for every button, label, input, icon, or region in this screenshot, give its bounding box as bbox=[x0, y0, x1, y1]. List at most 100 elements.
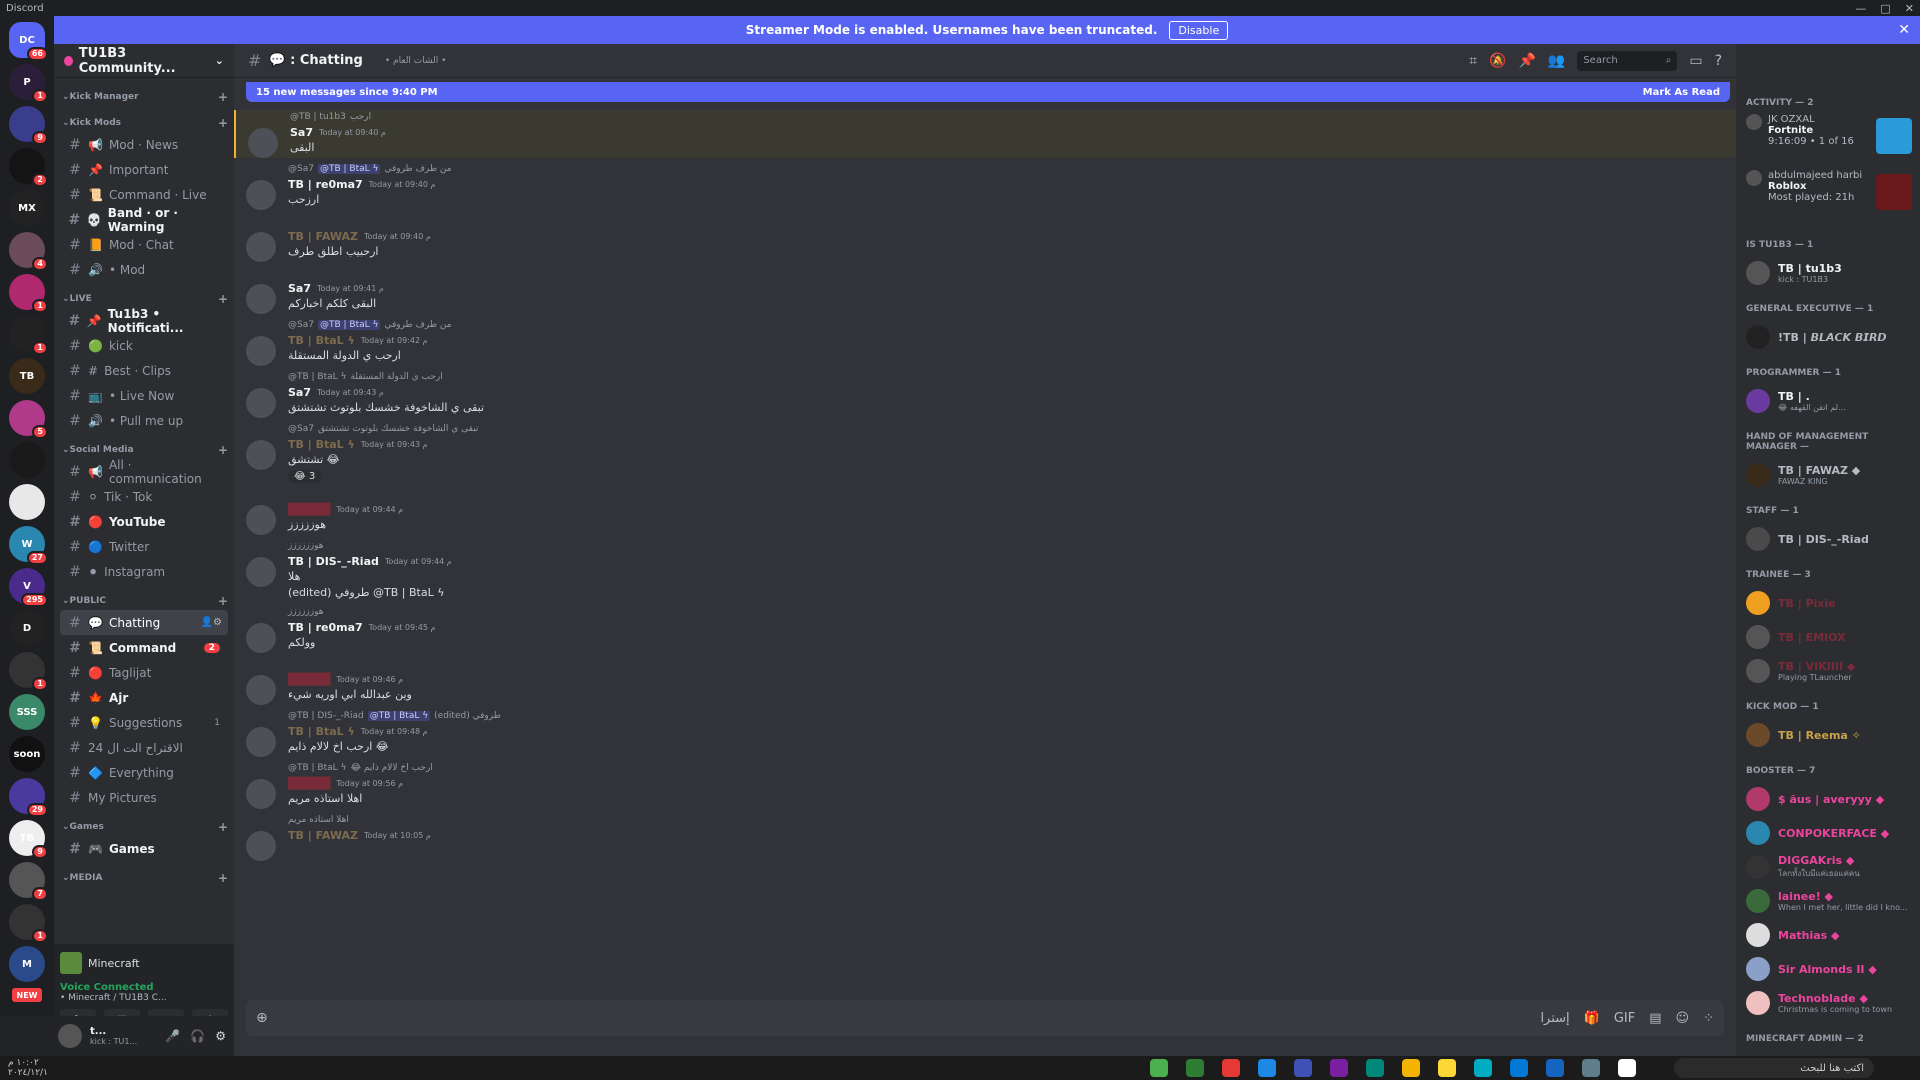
reply-preview[interactable]: @TB | BtaL ϟ 😂 ارحب اخ لالام ذايم bbox=[288, 761, 1720, 775]
member-item[interactable]: lainee! ◆ When I met her, little did I kn… bbox=[1746, 884, 1912, 918]
channel-item[interactable]: # 📜 Command 2 bbox=[60, 635, 228, 660]
channel-item[interactable]: #24 الاقتراح الت ال bbox=[60, 735, 228, 760]
reply-preview[interactable] bbox=[288, 214, 1720, 228]
category-header[interactable]: ⌄ Social Media + bbox=[60, 441, 228, 459]
message-author[interactable]: TB | re0ma7 bbox=[288, 621, 363, 634]
server-icon[interactable]: 7 bbox=[9, 862, 48, 901]
inbox-icon[interactable]: ▭ bbox=[1689, 53, 1702, 69]
member-item[interactable]: TB | . 😂 لم اتقن القهفه... bbox=[1746, 384, 1912, 418]
add-channel-icon[interactable]: + bbox=[218, 443, 228, 457]
pin-icon[interactable]: 📌 bbox=[1518, 53, 1535, 69]
message[interactable]: @Sa7 تبقى ي الشاخوفة خشسك بلوتوث تشتشتق TB… bbox=[234, 422, 1736, 483]
taskbar-app-icon[interactable] bbox=[1402, 1059, 1420, 1077]
taskbar-search[interactable]: اكتب هنا للبحث bbox=[1674, 1058, 1874, 1078]
add-channel-icon[interactable]: + bbox=[218, 90, 228, 104]
member-item[interactable]: TB | tu1b3 kick : TU1B3 bbox=[1746, 256, 1912, 290]
message[interactable]: اهلا استاذه مريم TB | FAWAZ Today at 10:05… bbox=[234, 813, 1736, 861]
message-author[interactable]: █████ bbox=[288, 777, 330, 790]
avatar[interactable] bbox=[246, 336, 276, 366]
add-channel-icon[interactable]: + bbox=[218, 116, 228, 130]
avatar[interactable] bbox=[246, 779, 276, 809]
reply-preview[interactable]: @TB | tu1b3 ارحب bbox=[290, 110, 1720, 124]
minimize-icon[interactable]: — bbox=[1855, 2, 1866, 15]
composer-tool-button[interactable]: إسترا bbox=[1540, 1011, 1569, 1026]
channel-item[interactable]: # 🍁 Ajr bbox=[60, 685, 228, 710]
close-icon[interactable]: ✕ bbox=[1898, 22, 1910, 38]
channel-item[interactable]: # 🔊 • Mod bbox=[60, 257, 228, 282]
taskbar-app-icon[interactable] bbox=[1582, 1059, 1600, 1077]
reply-preview[interactable]: @Sa7 تبقى ي الشاخوفة خشسك بلوتوث تشتشتق bbox=[288, 422, 1720, 436]
members-icon[interactable]: 👥 bbox=[1548, 53, 1565, 69]
channel-item[interactable]: # 🔴 YouTube bbox=[60, 509, 228, 534]
server-icon[interactable]: DC 66 bbox=[9, 22, 48, 61]
member-item[interactable]: Technoblade ◆ Christmas is coming to town bbox=[1746, 986, 1912, 1020]
member-item[interactable]: TB | FAWAZ ◆ FAWAZ KING bbox=[1746, 458, 1912, 492]
message-author[interactable]: TB | FAWAZ bbox=[288, 230, 358, 243]
taskbar-app-icon[interactable] bbox=[1474, 1059, 1492, 1077]
activity-card[interactable]: abdulmajeed harbi Roblox Most played: 21h bbox=[1746, 170, 1912, 226]
channel-item[interactable]: # 💡 Suggestions 1 bbox=[60, 710, 228, 735]
maximize-icon[interactable]: □ bbox=[1880, 2, 1890, 15]
activity-card[interactable]: JK OZXAL Fortnite 9:16:09 • 1 of 16 bbox=[1746, 114, 1912, 170]
avatar[interactable] bbox=[246, 180, 276, 210]
voice-location[interactable]: • Minecraft / TU1B3 C... bbox=[60, 993, 228, 1003]
disable-streamer-mode-button[interactable]: Disable bbox=[1169, 20, 1229, 40]
reply-preview[interactable]: هوزززززز bbox=[288, 539, 1720, 553]
message[interactable]: @TB | BtaL ϟ ارحب ي الدولة المستقلة Sa7 Tod… bbox=[234, 370, 1736, 418]
reply-preview[interactable]: @TB | BtaL ϟ ارحب ي الدولة المستقلة bbox=[288, 370, 1720, 384]
channel-item[interactable]: # ⚪ Tik · Tok bbox=[60, 484, 228, 509]
avatar[interactable] bbox=[246, 831, 276, 861]
server-icon[interactable]: 1 bbox=[9, 652, 48, 691]
channel-item[interactable]: # 🔷 Everything bbox=[60, 760, 228, 785]
composer-tool-button[interactable]: ☺ bbox=[1676, 1011, 1690, 1026]
reply-preview[interactable]: اهلا استاذه مريم bbox=[288, 813, 1720, 827]
message-author[interactable]: Sa7 bbox=[288, 282, 311, 295]
server-icon[interactable]: MX bbox=[9, 190, 45, 226]
reply-preview[interactable]: @Sa7 @TB | BtaL ϟ من طرف طروفي bbox=[288, 318, 1720, 332]
taskbar-app-icon[interactable] bbox=[1330, 1059, 1348, 1077]
avatar[interactable] bbox=[246, 505, 276, 535]
channel-item[interactable]: # 📌 Important bbox=[60, 157, 228, 182]
avatar[interactable] bbox=[246, 388, 276, 418]
category-header[interactable]: ⌄ PUBLIC + bbox=[60, 592, 228, 610]
message-author[interactable]: TB | FAWAZ bbox=[288, 829, 358, 842]
taskbar-app-icon[interactable] bbox=[1222, 1059, 1240, 1077]
message-author[interactable]: Sa7 bbox=[288, 386, 311, 399]
guild-header[interactable]: TU1B3 Community... ⌄ bbox=[54, 44, 234, 78]
channel-item[interactable]: # 📌 Tu1b3 • Notificati... bbox=[60, 307, 228, 335]
server-icon[interactable]: TB bbox=[9, 358, 45, 394]
server-icon[interactable]: W 27 bbox=[9, 526, 48, 565]
server-icon[interactable]: 2 bbox=[9, 148, 48, 187]
server-icon[interactable]: P1 bbox=[9, 64, 48, 103]
channel-item[interactable]: # 📢 Mod · News bbox=[60, 132, 228, 157]
avatar[interactable] bbox=[246, 727, 276, 757]
close-window-icon[interactable]: ✕ bbox=[1905, 2, 1914, 15]
taskbar-app-icon[interactable] bbox=[1258, 1059, 1276, 1077]
add-channel-icon[interactable]: + bbox=[218, 820, 228, 834]
reply-preview[interactable] bbox=[288, 487, 1720, 501]
message-author[interactable]: TB | re0ma7 bbox=[288, 178, 363, 191]
channel-item[interactable]: # 🔊 • Pull me up bbox=[60, 408, 228, 433]
message[interactable]: @TB | BtaL ϟ 😂 ارحب اخ لالام ذايم █████ Tod… bbox=[234, 761, 1736, 809]
channel-item[interactable]: # 🎮 Games bbox=[60, 836, 228, 861]
message[interactable]: هوزززززز TB | re0ma7 Today at 09:45 م وولكم bbox=[234, 605, 1736, 653]
channel-item[interactable]: # My Pictures bbox=[60, 785, 228, 810]
message[interactable]: █████ Today at 09:46 م وين عبدالله ابي اور… bbox=[234, 657, 1736, 705]
taskbar-app-icon[interactable] bbox=[1186, 1059, 1204, 1077]
threads-icon[interactable]: ⌗ bbox=[1469, 53, 1477, 69]
channel-item[interactable]: # 🔵 Twitter bbox=[60, 534, 228, 559]
reaction-chip[interactable]: 😂 3 bbox=[288, 470, 322, 483]
channel-item[interactable]: # ⚫ Instagram bbox=[60, 559, 228, 584]
channel-item[interactable]: # 🟢 kick bbox=[60, 333, 228, 358]
composer-tool-button[interactable]: GIF bbox=[1614, 1011, 1635, 1026]
reply-preview[interactable]: @TB | DIS-_-Riad @TB | BtaL ϟ (edited) طرو… bbox=[288, 709, 1720, 723]
message-author[interactable]: TB | BtaL ϟ bbox=[288, 438, 355, 451]
mute-icon[interactable]: 🔕 bbox=[1489, 53, 1506, 69]
server-icon[interactable]: SSS bbox=[9, 694, 45, 730]
channel-settings-icon[interactable]: 👤⚙ bbox=[201, 617, 222, 628]
server-icon[interactable]: 9 bbox=[9, 106, 48, 145]
message[interactable]: @Sa7 @TB | BtaL ϟ من طرف طروفي TB | re0ma7 T… bbox=[234, 162, 1736, 210]
member-item[interactable]: Sir Almonds II ◆ bbox=[1746, 952, 1912, 986]
taskbar-app-icon[interactable] bbox=[1618, 1059, 1636, 1077]
message-author[interactable]: Sa7 bbox=[290, 126, 313, 139]
